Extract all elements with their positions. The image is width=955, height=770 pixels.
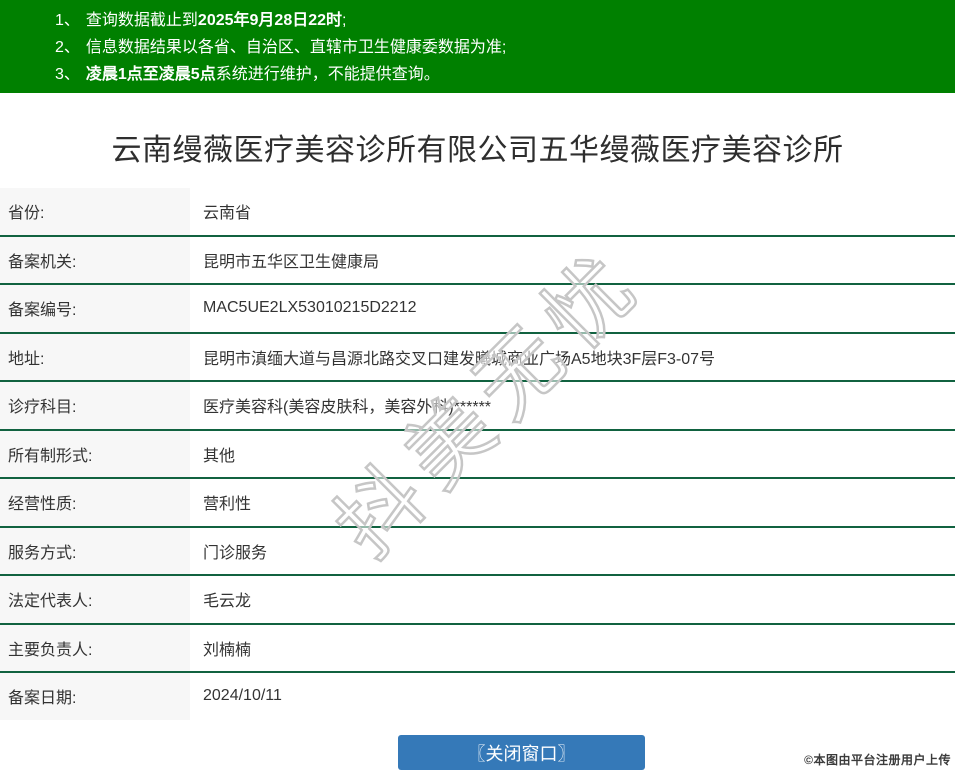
notice-line-2: 2、 信息数据结果以各省、自治区、直辖市卫生健康委数据为准; bbox=[55, 34, 955, 61]
notice-list: 1、 查询数据截止到2025年9月28日22时; 2、 信息数据结果以各省、自治区、直… bbox=[55, 7, 955, 88]
page-title: 云南缦薇医疗美容诊所有限公司五华缦薇医疗美容诊所 bbox=[111, 134, 844, 167]
table-row: 备案机关: 昆明市五华区卫生健康局 bbox=[0, 236, 955, 285]
table-row: 备案日期: 2024/10/11 bbox=[0, 673, 955, 720]
row-label: 诊疗科目: bbox=[0, 382, 190, 429]
notice-text: 信息数据结果以各省、自治区、直辖市卫生健康委数据为准; bbox=[85, 39, 507, 56]
notice-text: ; bbox=[342, 12, 347, 29]
table-row: 备案编号: MAC5UE2LX53010215D2212 bbox=[0, 285, 955, 334]
notice-text: 凌晨1点至凌晨5点 bbox=[85, 66, 216, 83]
table-row: 省份: 云南省 bbox=[0, 188, 955, 237]
notice-number: 2、 bbox=[55, 39, 80, 56]
table-row: 主要负责人: 刘楠楠 bbox=[0, 624, 955, 673]
table-row: 所有制形式: 其他 bbox=[0, 430, 955, 479]
row-value: 毛云龙 bbox=[203, 593, 252, 611]
row-label: 备案机关: bbox=[0, 236, 190, 283]
row-label: 省份: bbox=[0, 188, 190, 235]
table-row: 地址: 昆明市滇缅大道与昌源北路交叉口建发曦城商业广场A5地块3F层F3-07号 bbox=[0, 333, 955, 382]
row-value: 营利性 bbox=[203, 496, 252, 514]
info-table: 省份: 云南省 备案机关: 昆明市五华区卫生健康局 备案编号: MAC5UE2LX5301… bbox=[0, 188, 955, 720]
row-label: 地址: bbox=[0, 333, 190, 380]
attribution-note: ©本图由平台注册用户上传 bbox=[804, 753, 951, 767]
row-value: 门诊服务 bbox=[203, 544, 268, 562]
notice-number: 3、 bbox=[55, 66, 80, 83]
row-label: 服务方式: bbox=[0, 527, 190, 574]
row-label: 备案编号: bbox=[0, 285, 190, 332]
row-value: 其他 bbox=[203, 447, 236, 465]
row-value: 2024/10/11 bbox=[203, 687, 282, 705]
row-value: 昆明市五华区卫生健康局 bbox=[203, 253, 380, 271]
table-row: 法定代表人: 毛云龙 bbox=[0, 576, 955, 625]
table-row: 经营性质: 营利性 bbox=[0, 479, 955, 528]
table-row: 诊疗科目: 医疗美容科(美容皮肤科，美容外科)****** bbox=[0, 382, 955, 431]
notice-banner: 1、 查询数据截止到2025年9月28日22时; 2、 信息数据结果以各省、自治区、直… bbox=[0, 0, 955, 93]
row-value: 昆明市滇缅大道与昌源北路交叉口建发曦城商业广场A5地块3F层F3-07号 bbox=[203, 350, 716, 368]
row-value: 云南省 bbox=[203, 205, 252, 223]
row-label: 经营性质: bbox=[0, 479, 190, 526]
notice-text: 2025年9月28日22时 bbox=[197, 12, 343, 29]
table-row: 服务方式: 门诊服务 bbox=[0, 527, 955, 576]
row-value: MAC5UE2LX53010215D2212 bbox=[203, 299, 417, 317]
row-label: 所有制形式: bbox=[0, 430, 190, 477]
row-label: 法定代表人: bbox=[0, 576, 190, 623]
row-label: 备案日期: bbox=[0, 673, 190, 720]
row-value: 刘楠楠 bbox=[203, 641, 252, 659]
notice-text: 查询数据截止到 bbox=[85, 12, 198, 29]
close-window-button[interactable]: 〖关闭窗口〗 bbox=[398, 735, 645, 770]
row-label: 主要负责人: bbox=[0, 624, 190, 671]
notice-line-1: 1、 查询数据截止到2025年9月28日22时; bbox=[55, 7, 955, 34]
notice-text: 系统进行维护，不能提供查询。 bbox=[215, 66, 440, 83]
notice-number: 1、 bbox=[55, 12, 80, 29]
row-value: 医疗美容科(美容皮肤科，美容外科)****** bbox=[203, 399, 492, 417]
notice-line-3: 3、 凌晨1点至凌晨5点系统进行维护，不能提供查询。 bbox=[55, 61, 955, 88]
